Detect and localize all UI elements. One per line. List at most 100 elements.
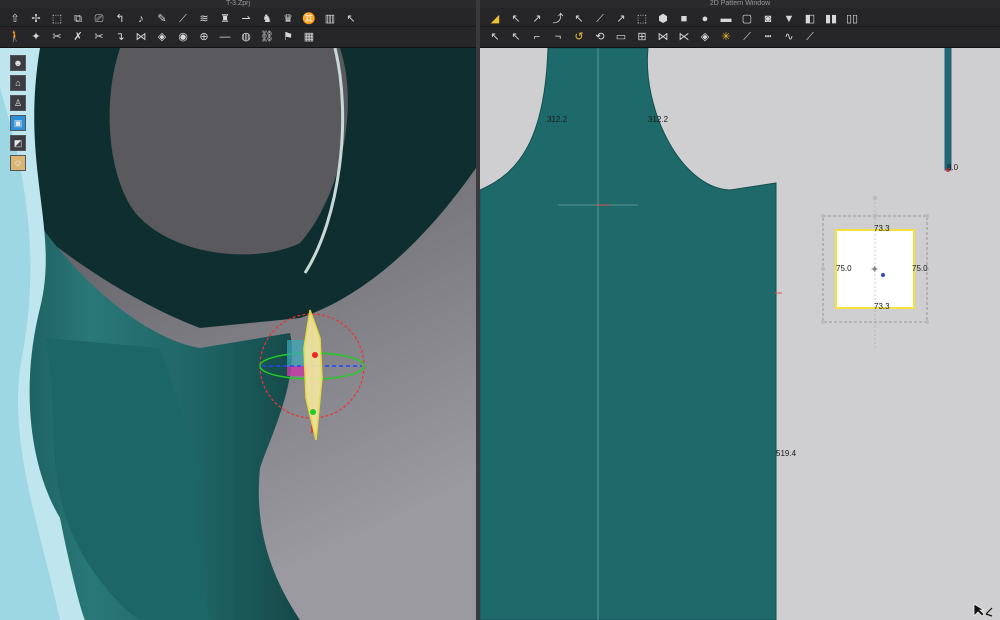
- 2d-toolbar-secondary: ↖ ↖ ⌐ ¬ ↺ ⟲ ▭ ⊞ ⋈ ⋉ ◈ ✳ ⟋ ┅ ∿ ⟋: [480, 26, 1000, 48]
- elastic-icon[interactable]: ▮▮: [822, 11, 840, 27]
- measure-curve-icon[interactable]: ⟋: [801, 29, 819, 45]
- shirt-icon[interactable]: ♜: [216, 11, 234, 27]
- move-axis-icon[interactable]: ✢: [27, 11, 45, 27]
- gizmo-green-point[interactable]: [310, 409, 316, 415]
- avatar-view-icon[interactable]: ☻: [10, 55, 26, 71]
- person-icon[interactable]: ♙: [10, 95, 26, 111]
- check-sewing-icon[interactable]: ¬: [549, 29, 567, 45]
- internal-rounded-rect-icon[interactable]: ▢: [738, 11, 756, 27]
- 2d-pattern-window: 2D Pattern Window ◢ ↖ ↗ ⤴ ↖ ⟋ ↗ ⬚ ⬢ ■ ● ▬ ▢ ◙ ▼ ◧ ▮▮ ▯▯ ↖…: [480, 0, 1000, 620]
- ruler-icon[interactable]: ⟋: [738, 29, 756, 45]
- steam-icon[interactable]: ≋: [195, 11, 213, 27]
- polygon-icon[interactable]: ⬢: [654, 11, 672, 27]
- rectangle-icon[interactable]: ■: [675, 11, 693, 27]
- armhole-right-length: 312.2: [648, 115, 669, 124]
- handle-bl[interactable]: [821, 320, 825, 324]
- tape-icon[interactable]: ♪: [132, 11, 150, 27]
- trim-icon[interactable]: ✂: [90, 29, 108, 45]
- diamond-icon[interactable]: ◈: [153, 29, 171, 45]
- window-title: T-3.Zprj: [0, 0, 476, 8]
- edit-point-icon[interactable]: ↖: [507, 11, 525, 27]
- dart-icon[interactable]: ▼: [780, 11, 798, 27]
- graphic-icon[interactable]: ✳: [717, 29, 735, 45]
- fold-arrange-icon[interactable]: ▯▯: [843, 11, 861, 27]
- zipper-icon[interactable]: ⛓: [258, 29, 276, 45]
- face-icon[interactable]: ☺: [10, 155, 26, 171]
- select-seam-icon[interactable]: ↖: [486, 29, 504, 45]
- fit-icon[interactable]: ↴: [111, 29, 129, 45]
- center-crosshair: ✦: [870, 263, 879, 276]
- armhole-left-length: 312.2: [547, 115, 568, 124]
- 3d-viewport[interactable]: [0, 48, 476, 620]
- pivot-top[interactable]: [872, 195, 878, 201]
- tack-icon[interactable]: ↺: [570, 29, 588, 45]
- pattern-canvas[interactable]: ✦: [480, 48, 1000, 620]
- avatar-sit-icon[interactable]: ♞: [258, 11, 276, 27]
- rect-top-length: 73.3: [874, 224, 890, 233]
- strap-end-label: 8.0: [947, 163, 959, 172]
- internal-circle-icon[interactable]: ◙: [759, 11, 777, 27]
- gizmo-center-point[interactable]: [312, 352, 318, 358]
- gauge-icon[interactable]: ◍: [237, 29, 255, 45]
- arrangement-icon[interactable]: ⌂: [10, 75, 26, 91]
- rect-bottom-length: 73.3: [874, 302, 890, 311]
- free-curve-icon[interactable]: ↖: [570, 11, 588, 27]
- side-seam-length: 519.4: [776, 449, 797, 458]
- render-icon[interactable]: ◩: [10, 135, 26, 151]
- view-side-toolbar: ☻ ⌂ ♙ ▣ ◩ ☺: [10, 55, 26, 171]
- handle-tl[interactable]: [821, 214, 825, 218]
- transform-box-icon[interactable]: ⧉: [69, 11, 87, 27]
- 3d-garment-window: T-3.Zprj ⇧ ✢ ⬚ ⧉ ⎚ ↰ ♪ ✎ ⟋ ≋ ♜ ⇀ ♞ ♛ ♊ ▥ ↖ 🚶 ✦ ✂ ✗ ✂ ↴ ⋈ ◈ ◉ ⊕ — ◍ ⛓…: [0, 0, 476, 620]
- walk-icon[interactable]: 🚶: [6, 29, 24, 45]
- texture-view-icon[interactable]: ▣: [10, 115, 26, 131]
- shirring-icon[interactable]: ◧: [801, 11, 819, 27]
- book-icon[interactable]: ♊: [300, 11, 318, 27]
- puppet-icon[interactable]: ✦: [27, 29, 45, 45]
- wave-icon[interactable]: ∿: [780, 29, 798, 45]
- rect-point-blue[interactable]: [881, 273, 885, 277]
- transform-pattern-icon[interactable]: ⬚: [633, 11, 651, 27]
- internal-rectangle-icon[interactable]: ▬: [717, 11, 735, 27]
- circle-icon[interactable]: ●: [696, 11, 714, 27]
- scissors-icon[interactable]: ✂: [48, 29, 66, 45]
- curve-point-icon[interactable]: ⤴: [549, 11, 567, 27]
- fold-icon[interactable]: ↰: [111, 11, 129, 27]
- handle-ml[interactable]: [821, 267, 825, 271]
- stitch-icon[interactable]: ⋈: [132, 29, 150, 45]
- pin-icon[interactable]: ✎: [153, 11, 171, 27]
- pattern-piece-strap[interactable]: [944, 48, 952, 171]
- rect-left-length: 75.0: [836, 264, 852, 273]
- free-sewing-icon[interactable]: ⌐: [528, 29, 546, 45]
- stitch-segment-icon[interactable]: ⋈: [654, 29, 672, 45]
- button-icon[interactable]: ◉: [174, 29, 192, 45]
- brush-icon[interactable]: ⟋: [174, 11, 192, 27]
- select-move-icon[interactable]: ⇧: [6, 11, 24, 27]
- tack-edit-icon[interactable]: ⟲: [591, 29, 609, 45]
- camera-icon[interactable]: ⎚: [90, 11, 108, 27]
- pinch-icon[interactable]: ✗: [69, 29, 87, 45]
- rect-right-length: 75.0: [912, 264, 928, 273]
- flag-icon[interactable]: ⚑: [279, 29, 297, 45]
- box-select-icon[interactable]: ⬚: [48, 11, 66, 27]
- arrange-icon[interactable]: ⇀: [237, 11, 255, 27]
- handle-br[interactable]: [925, 320, 929, 324]
- pivot-top2[interactable]: [872, 213, 878, 219]
- dashed-ruler-icon[interactable]: ┅: [759, 29, 777, 45]
- topstitch-icon[interactable]: ⋉: [675, 29, 693, 45]
- book-open-icon[interactable]: ▥: [321, 11, 339, 27]
- handle-tr[interactable]: [925, 214, 929, 218]
- edit-curve-icon[interactable]: ↗: [528, 11, 546, 27]
- line-icon[interactable]: —: [216, 29, 234, 45]
- add-point-icon[interactable]: ↗: [612, 11, 630, 27]
- pleat-icon[interactable]: ⊞: [633, 29, 651, 45]
- needle-icon[interactable]: ↖: [342, 11, 360, 27]
- hanger-icon[interactable]: ♛: [279, 11, 297, 27]
- pattern-piece-icon[interactable]: ▦: [300, 29, 318, 45]
- buttonhole-icon[interactable]: ⊕: [195, 29, 213, 45]
- trace-icon[interactable]: ▭: [612, 29, 630, 45]
- segment-sewing-icon[interactable]: ↖: [507, 29, 525, 45]
- edit-pattern-icon[interactable]: ◢: [486, 11, 504, 27]
- segment-icon[interactable]: ⟋: [591, 11, 609, 27]
- puckering-icon[interactable]: ◈: [696, 29, 714, 45]
- cursor-pointer-icon: [973, 603, 993, 617]
